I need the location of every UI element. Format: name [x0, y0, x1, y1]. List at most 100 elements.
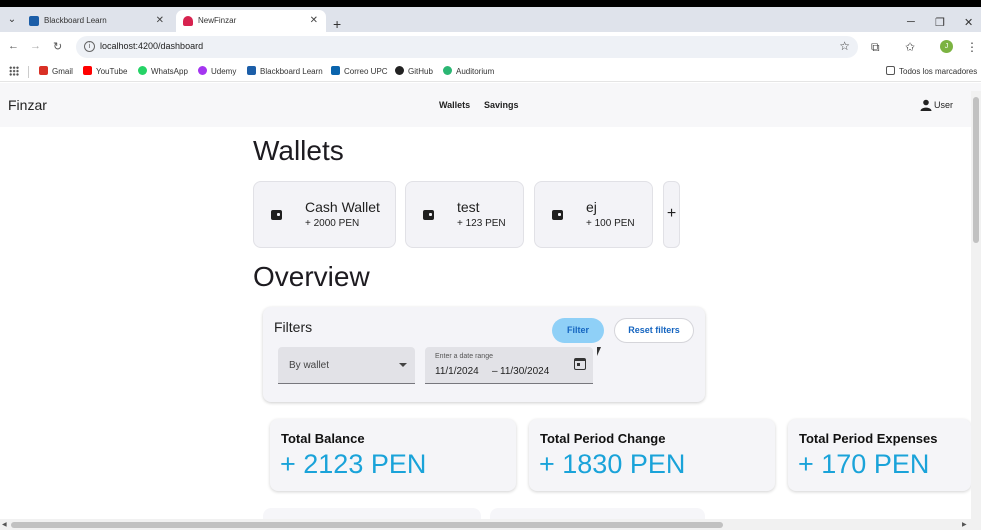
tab-title: NewFinzar [198, 16, 237, 25]
mouse-pointer-icon [597, 347, 601, 356]
wallet-select-value: By wallet [289, 360, 330, 371]
wallet-icon [552, 210, 563, 220]
user-menu-label[interactable]: User [934, 100, 953, 110]
bookmark-gmail[interactable]: Gmail [39, 66, 73, 76]
forward-icon[interactable]: → [30, 40, 41, 52]
youtube-icon [83, 66, 92, 75]
date-end-input[interactable]: 11/30/2024 [500, 366, 549, 377]
outlook-icon [331, 66, 340, 75]
bookmark-auditorium[interactable]: Auditorium [443, 66, 494, 76]
wallet-name: Cash Wallet [305, 199, 380, 215]
auditorium-icon [443, 66, 452, 75]
stat-value: + 1830 PEN [539, 449, 686, 479]
scroll-left-arrow-icon[interactable]: ◀ [2, 521, 7, 528]
stat-label: Total Period Change [540, 431, 666, 446]
add-wallet-button[interactable]: + [663, 181, 680, 248]
vertical-scroll-thumb[interactable] [973, 97, 979, 243]
wallet-amount: + 100 PEN [586, 218, 635, 229]
overview-heading: Overview [253, 261, 370, 292]
bookmark-blackboard[interactable]: Blackboard Learn [247, 66, 323, 76]
wallet-name: test [457, 199, 480, 215]
extensions-icon[interactable]: ⧉ [871, 40, 880, 55]
date-separator: – [492, 366, 498, 377]
minimize-icon[interactable]: ─ [907, 16, 915, 28]
close-tab-icon[interactable]: ✕ [310, 10, 318, 32]
bookmark-label: Blackboard Learn [260, 67, 323, 76]
stat-label: Total Balance [281, 431, 365, 446]
angular-favicon-icon [183, 16, 193, 26]
user-icon[interactable] [920, 99, 932, 111]
tab-newfinzar[interactable]: NewFinzar ✕ [176, 10, 326, 32]
nav-wallets-link[interactable]: Wallets [439, 100, 470, 110]
blackboard-favicon-icon [29, 16, 39, 26]
wallet-card[interactable]: Cash Wallet + 2000 PEN [253, 181, 396, 248]
filters-panel: Filters Filter Reset filters By wallet E… [263, 307, 705, 402]
filters-title: Filters [274, 319, 313, 335]
stat-card-period-change: Total Period Change + 1830 PEN [529, 419, 775, 491]
vertical-scrollbar[interactable] [971, 91, 981, 530]
udemy-icon [198, 66, 207, 75]
bookmark-github[interactable]: GitHub [395, 66, 433, 76]
browser-menu-icon[interactable]: ⋮ [966, 40, 978, 54]
reload-icon[interactable]: ↻ [53, 40, 62, 53]
stat-card-period-expenses: Total Period Expenses + 170 PEN [788, 419, 971, 491]
tab-blackboard[interactable]: Blackboard Learn ✕ [22, 10, 172, 32]
gmail-icon [39, 66, 48, 75]
wallets-heading: Wallets [253, 135, 344, 166]
stat-value: + 2123 PEN [280, 449, 427, 479]
wallet-select[interactable]: By wallet [278, 347, 415, 384]
site-info-icon[interactable]: i [84, 41, 95, 52]
date-range-field[interactable]: Enter a date range 11/1/2024 – 11/30/202… [425, 347, 593, 384]
calendar-icon[interactable] [574, 358, 586, 370]
wallet-amount: + 2000 PEN [305, 218, 360, 229]
wallet-amount: + 123 PEN [457, 218, 506, 229]
date-start-input[interactable]: 11/1/2024 [435, 366, 479, 377]
close-tab-icon[interactable]: ✕ [156, 10, 164, 32]
stat-card-total-balance: Total Balance + 2123 PEN [270, 419, 516, 491]
url-text[interactable]: localhost:4200/dashboard [100, 41, 203, 51]
reset-filters-button[interactable]: Reset filters [614, 318, 694, 343]
window-close-icon[interactable]: ✕ [964, 16, 973, 29]
tab-search-chevron-icon[interactable]: ⌄ [4, 12, 20, 28]
bookmark-whatsapp[interactable]: WhatsApp [138, 66, 188, 76]
chevron-down-icon [399, 363, 407, 367]
bookmark-star-icon[interactable]: ☆ [839, 39, 850, 53]
brand-logo-text[interactable]: Finzar [8, 97, 47, 113]
blackboard-icon [247, 66, 256, 75]
apps-grid-icon[interactable] [9, 66, 19, 76]
whatsapp-icon [138, 66, 147, 75]
bookmarks-bar: Gmail YouTube WhatsApp Udemy Blackboard … [0, 62, 981, 82]
bookmark-label: Gmail [52, 67, 73, 76]
bookmark-youtube[interactable]: YouTube [83, 66, 127, 76]
bookmark-correo-upc[interactable]: Correo UPC [331, 66, 388, 76]
back-icon[interactable]: ← [8, 40, 19, 52]
bookmark-udemy[interactable]: Udemy [198, 66, 236, 76]
new-tab-icon[interactable]: + [333, 17, 341, 31]
stat-value: + 170 PEN [798, 449, 930, 479]
app-navbar: Finzar Wallets Savings User [0, 83, 981, 127]
restore-icon[interactable]: ❐ [935, 16, 945, 29]
wallet-icon [423, 210, 434, 220]
bookmark-label: Correo UPC [344, 67, 388, 76]
scroll-right-arrow-icon[interactable]: ▶ [962, 521, 967, 528]
bookmark-label: Auditorium [456, 67, 495, 76]
wallet-icon [271, 210, 282, 220]
bookmarks-manager-icon[interactable]: ✩ [905, 40, 915, 54]
date-range-label: Enter a date range [435, 353, 493, 360]
nav-savings-link[interactable]: Savings [484, 100, 519, 110]
all-bookmarks[interactable]: Todos los marcadores [886, 66, 977, 76]
github-icon [395, 66, 404, 75]
address-bar[interactable]: i localhost:4200/dashboard ☆ [76, 36, 858, 58]
profile-avatar[interactable]: J [940, 40, 953, 53]
all-bookmarks-label: Todos los marcadores [899, 67, 978, 76]
bookmark-label: WhatsApp [151, 67, 188, 76]
bookmark-label: YouTube [96, 67, 128, 76]
browser-tab-bar: ⌄ Blackboard Learn ✕ NewFinzar ✕ + ─ ❐ ✕ [0, 7, 981, 32]
horizontal-scroll-thumb[interactable] [11, 522, 723, 528]
stat-label: Total Period Expenses [799, 431, 938, 446]
horizontal-scrollbar[interactable]: ◀ ▶ [0, 519, 971, 530]
wallet-card[interactable]: test + 123 PEN [405, 181, 524, 248]
wallet-card[interactable]: ej + 100 PEN [534, 181, 653, 248]
filter-button[interactable]: Filter [552, 318, 604, 343]
bookmarks-divider [28, 66, 29, 78]
